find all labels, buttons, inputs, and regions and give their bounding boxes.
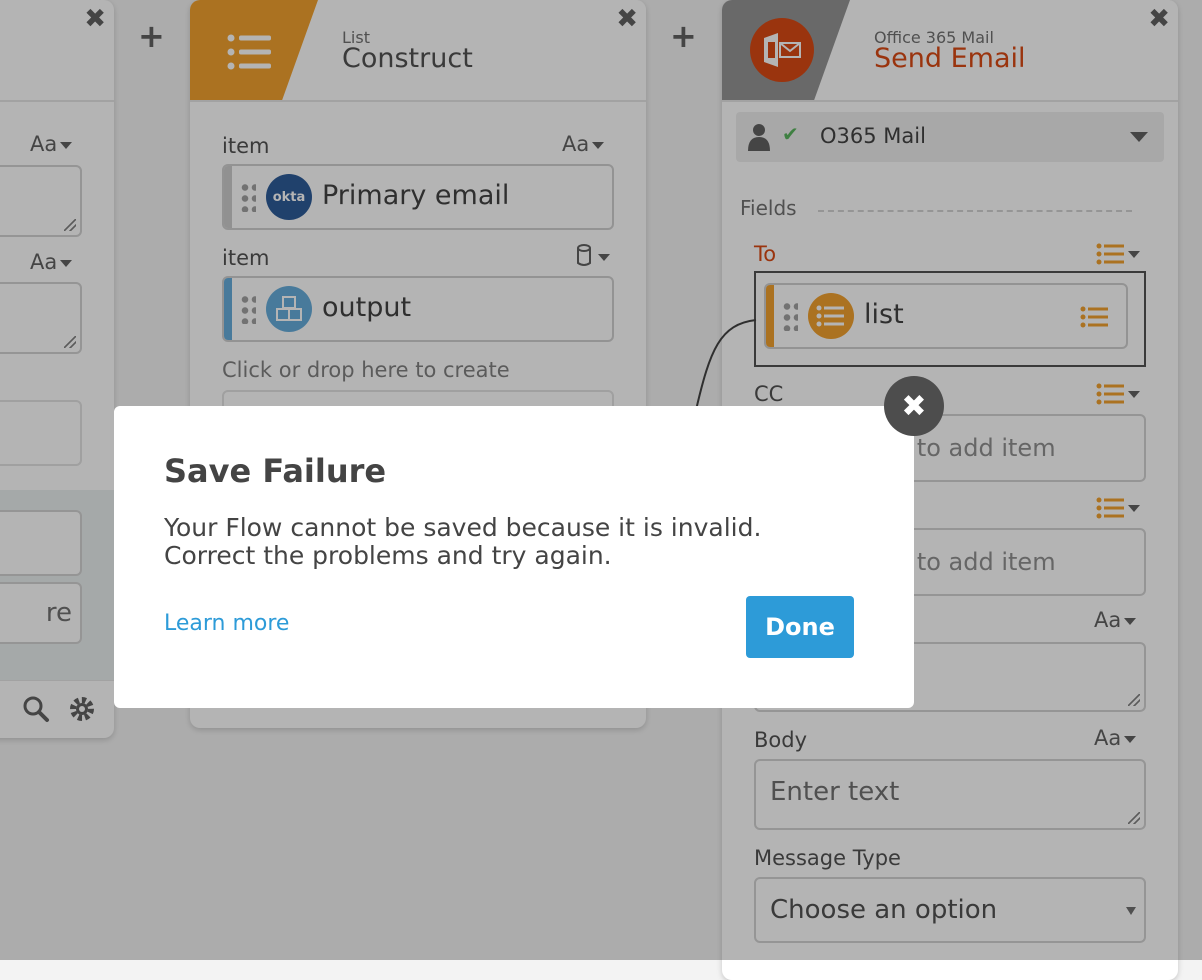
save-failure-dialog: Save Failure Your Flow cannot be saved b… (114, 406, 914, 708)
dialog-title: Save Failure (164, 452, 387, 490)
done-button[interactable]: Done (746, 596, 854, 658)
learn-more-link[interactable]: Learn more (164, 611, 289, 636)
dialog-message: Your Flow cannot be saved because it is … (164, 514, 844, 570)
dialog-message-line: Correct the problems and try again. (164, 541, 612, 570)
close-dialog-icon[interactable]: ✖ (884, 376, 944, 436)
dialog-message-line: Your Flow cannot be saved because it is … (164, 513, 762, 542)
